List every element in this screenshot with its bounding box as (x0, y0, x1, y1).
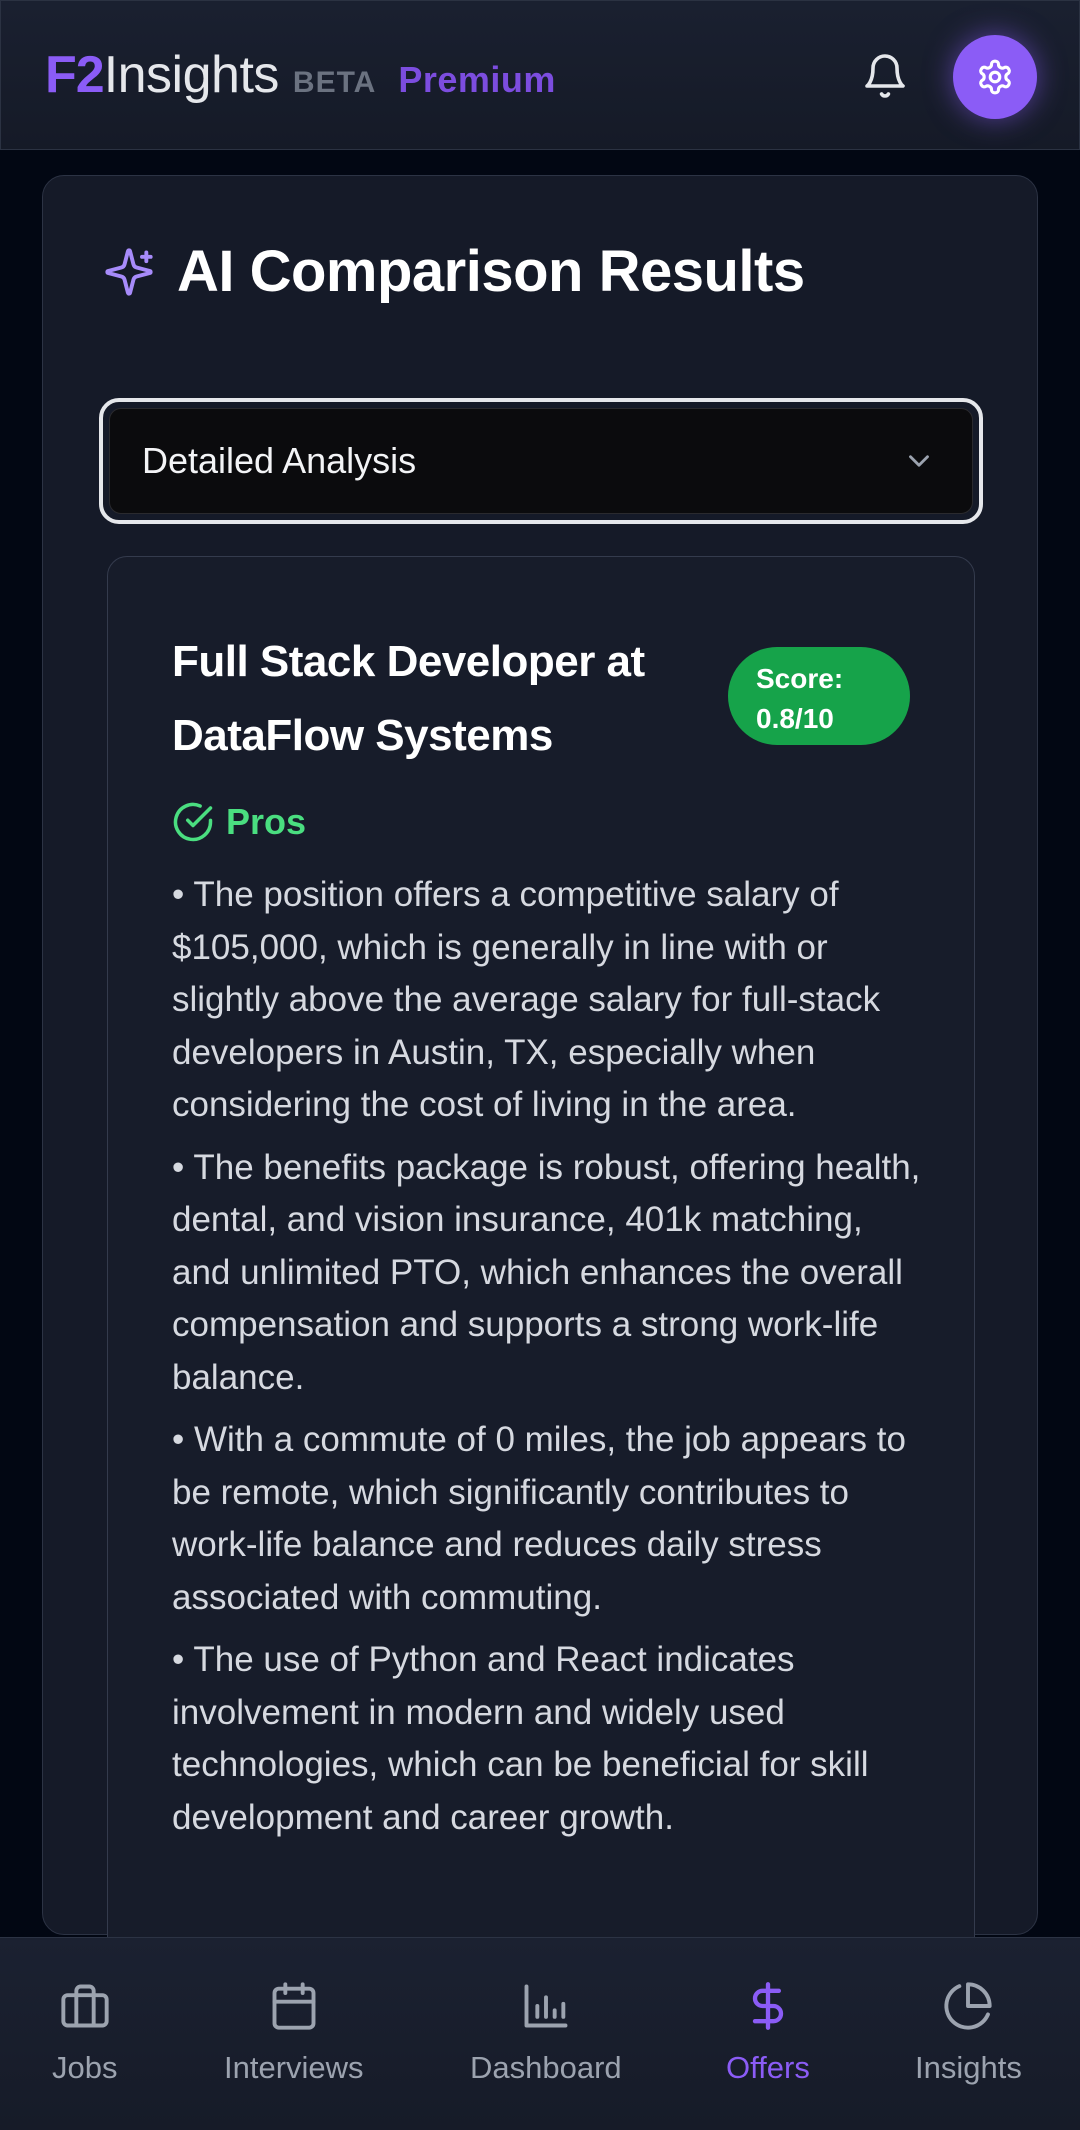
sparkles-icon (105, 247, 153, 296)
card-title: AI Comparison Results (103, 238, 805, 305)
pros-item: • The benefits package is robust, offeri… (172, 1147, 921, 1397)
pros-heading: Pros (172, 801, 306, 843)
settings-button[interactable] (953, 35, 1037, 119)
nav-label-dashboard: Dashboard (470, 2050, 622, 2085)
comparison-results-card: AI Comparison Results Detailed Analysis … (42, 175, 1038, 1976)
dollar-icon (752, 1982, 784, 2030)
bottom-nav: Jobs Interviews Dashboard Offers Insight… (0, 1937, 1080, 2130)
pros-item: • With a commute of 0 miles, the job app… (172, 1420, 906, 1617)
notifications-button[interactable] (857, 43, 913, 109)
pros-label: Pros (226, 801, 307, 842)
bell-icon (865, 54, 905, 98)
briefcase-icon (61, 1984, 109, 2028)
brand-prefix: F2 (45, 46, 105, 104)
score-value: 0.8/10 (756, 703, 834, 734)
offer-title: Full Stack Developer at DataFlow Systems (172, 637, 645, 760)
pie-chart-icon (944, 1982, 993, 2030)
nav-item-interviews[interactable]: Interviews (224, 1980, 364, 2086)
pros-item: • The position offers a competitive sala… (172, 875, 881, 1124)
check-circle-icon (173, 802, 213, 842)
bar-chart-icon (524, 1984, 568, 2028)
chevron-down-icon (909, 455, 929, 467)
app-page: F2 Insights BETA Premium AI Comparison R (0, 0, 1080, 2130)
nav-item-insights[interactable]: Insights (915, 1980, 1022, 2086)
score-badge: Score: 0.8/10 (728, 647, 910, 745)
calendar-icon (272, 1982, 316, 2030)
page-title: AI Comparison Results (177, 239, 805, 304)
pros-list: • The position offers a competitive sala… (172, 869, 922, 1854)
offer-analysis-card: Full Stack Developer at DataFlow Systems… (107, 556, 975, 1976)
premium-label: Premium (398, 59, 556, 100)
nav-label-interviews: Interviews (224, 2050, 364, 2085)
score-label: Score: (756, 663, 844, 694)
brand-logo[interactable]: F2 Insights BETA Premium (45, 45, 556, 105)
nav-item-offers[interactable]: Offers (726, 1980, 810, 2086)
app-header: F2 Insights BETA Premium (0, 0, 1080, 150)
analysis-select-focus-ring: Detailed Analysis (99, 398, 983, 524)
analysis-type-value: Detailed Analysis (142, 440, 417, 481)
gear-icon (979, 59, 1011, 95)
nav-item-dashboard[interactable]: Dashboard (470, 1980, 622, 2086)
beta-label: BETA (292, 66, 377, 99)
analysis-type-select[interactable]: Detailed Analysis (109, 408, 973, 514)
pros-item: • The use of Python and React indicates … (172, 1640, 869, 1837)
brand-name: Insights (103, 46, 280, 104)
nav-label-insights: Insights (915, 2050, 1022, 2085)
nav-label-jobs: Jobs (52, 2050, 118, 2085)
nav-item-jobs[interactable]: Jobs (52, 1980, 117, 2086)
nav-label-offers: Offers (726, 2050, 810, 2085)
